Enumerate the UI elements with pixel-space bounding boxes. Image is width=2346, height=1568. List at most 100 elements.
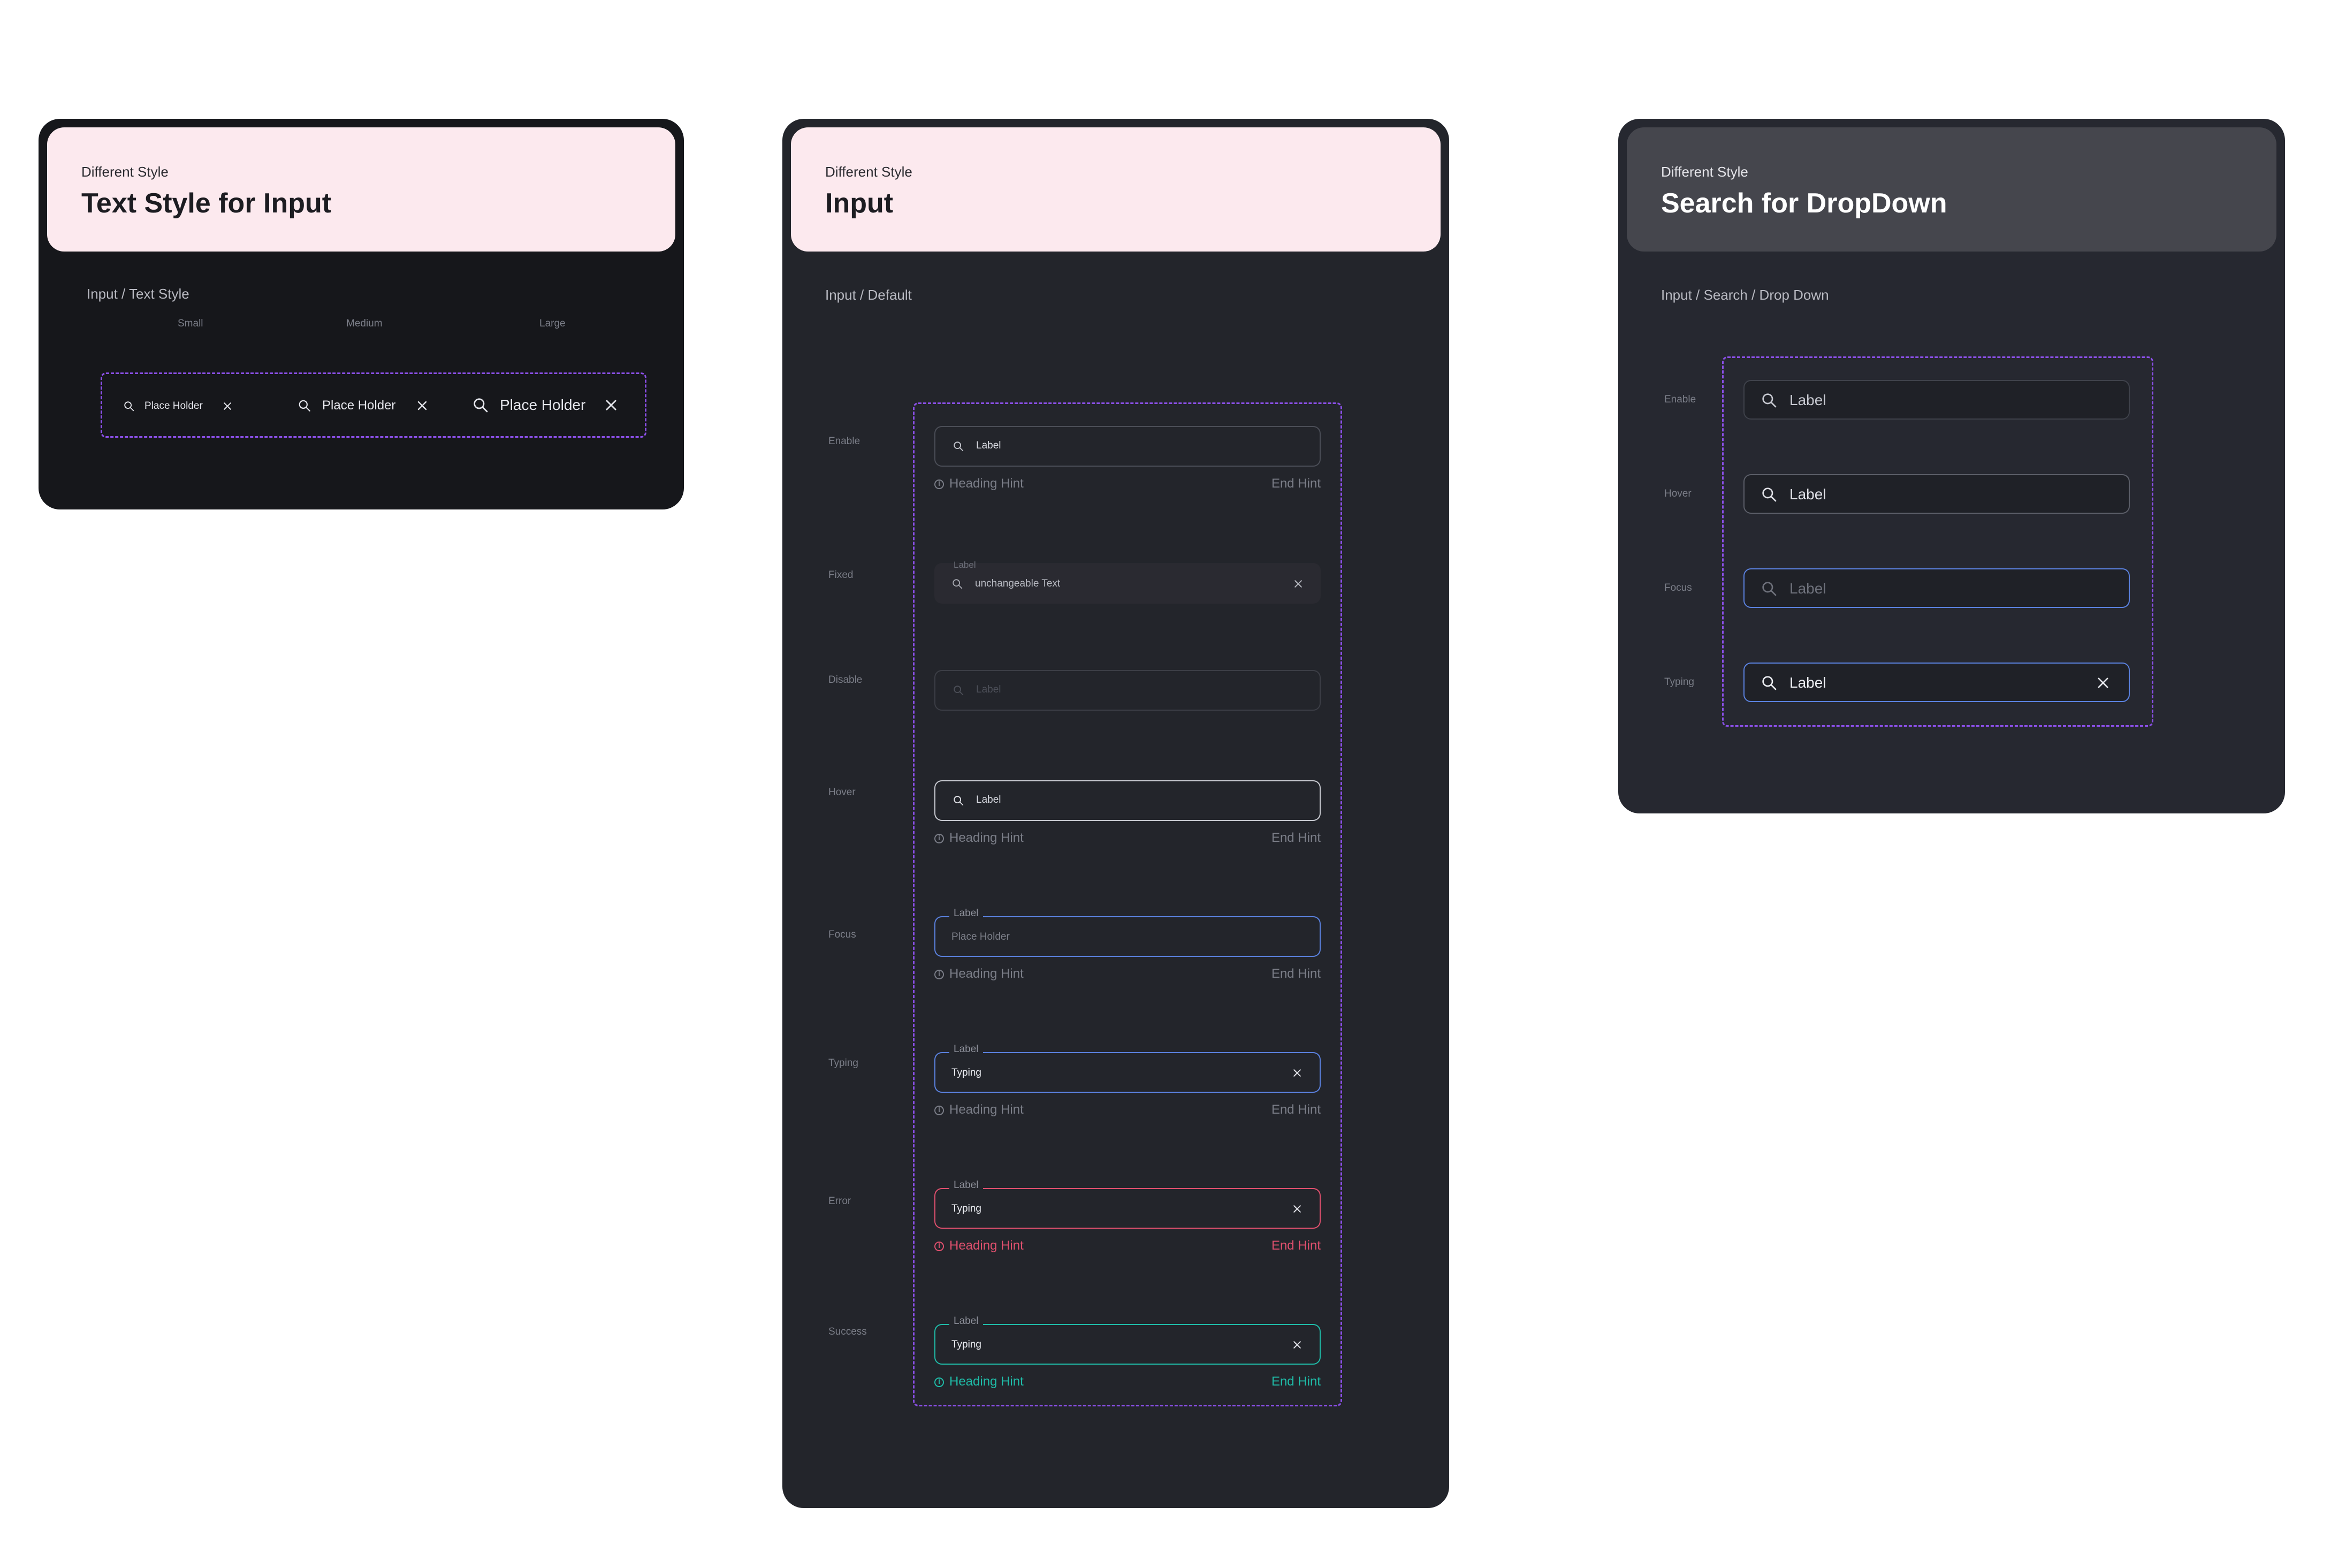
end-hint: End Hint [1271,966,1321,981]
section-label: Input / Default [825,287,912,303]
input-disable: Label [934,670,1321,711]
state-label-enable: Enable [828,436,860,447]
input-panel: Different Style Input Input / Default En… [782,119,1449,1508]
end-hint: End Hint [1271,476,1321,491]
size-label-small: Small [178,318,203,329]
end-hint: End Hint [1271,1102,1321,1117]
input-text: Label [976,440,1001,451]
search-icon [474,398,488,413]
close-icon[interactable] [2096,675,2111,690]
search-icon [954,442,964,452]
floating-label: Label [949,1315,983,1327]
close-icon[interactable] [1292,1068,1303,1078]
state-label-hover: Hover [828,787,856,798]
input-medium[interactable]: Place Holder [298,396,429,415]
input-placeholder: Place Holder [951,931,1010,942]
input-text: unchangeable Text [975,578,1061,589]
search-dropdown-panel: Different Style Search for DropDown Inpu… [1618,119,2285,813]
search-enable[interactable]: Label [1743,380,2130,420]
search-focus[interactable]: Label [1743,568,2130,608]
state-label-fixed: Fixed [828,569,854,581]
info-icon [934,479,944,489]
floating-label: Label [949,1044,983,1055]
input-focus[interactable]: Label Place Holder [934,908,1321,957]
end-hint: End Hint [1271,1238,1321,1253]
search-icon [1762,488,1777,502]
info-icon [934,834,944,843]
input-text: Label [1789,392,1826,408]
heading-hint: Heading Hint [934,1238,1024,1253]
close-icon[interactable] [604,398,619,413]
state-label-typing: Typing [828,1057,858,1069]
end-hint: End Hint [1271,1374,1321,1389]
size-label-large: Large [539,318,566,329]
search-icon [124,401,134,412]
input-placeholder: Label [1789,580,1826,597]
close-icon[interactable] [1292,1339,1303,1350]
text-style-header: Different Style Text Style for Input [47,127,675,252]
search-icon [299,400,310,412]
search-header: Different Style Search for DropDown [1627,127,2276,252]
size-label-medium: Medium [346,318,383,329]
header-title: Search for DropDown [1661,188,1947,219]
input-text: Typing [951,1339,981,1350]
input-enable[interactable]: Label [934,426,1321,467]
input-text: Label [1789,674,1826,691]
heading-hint: Heading Hint [934,1374,1024,1389]
text-style-panel: Different Style Text Style for Input Inp… [39,119,684,509]
search-icon [1762,676,1777,690]
header-title: Text Style for Input [81,188,332,219]
state-label-success: Success [828,1326,867,1337]
state-label-disable: Disable [828,674,863,686]
heading-hint: Heading Hint [934,1102,1024,1117]
section-label: Input / Text Style [87,286,189,302]
input-success[interactable]: Label Typing [934,1315,1321,1365]
section-label: Input / Search / Drop Down [1661,287,1829,303]
input-text: Label [976,794,1001,805]
state-label-hover: Hover [1664,488,1692,499]
state-label-focus: Focus [828,929,856,940]
end-hint: End Hint [1271,831,1321,845]
input-hover[interactable]: Label [934,780,1321,821]
input-text: Label [1789,486,1826,503]
input-text: Typing [951,1203,981,1214]
info-icon [934,970,944,979]
header-subtitle: Different Style [81,164,169,180]
search-typing[interactable]: Label [1743,663,2130,702]
input-fixed: Label unchangeable Text [934,560,1321,604]
search-hover[interactable]: Label [1743,474,2130,514]
info-icon [934,1242,944,1251]
floating-label: Label [949,1179,983,1191]
search-icon [954,686,964,696]
input-error[interactable]: Label Typing [934,1179,1321,1229]
state-label-error: Error [828,1196,851,1207]
state-label-typing: Typing [1664,676,1694,688]
info-icon [934,1377,944,1387]
close-icon [1294,580,1302,588]
search-icon [954,796,964,806]
input-text: Label [976,684,1001,695]
info-icon [934,1106,944,1115]
input-large[interactable]: Place Holder [472,394,619,416]
placeholder-text: Place Holder [144,400,203,412]
states-frame [913,402,1342,1406]
floating-label: Label [954,560,976,570]
input-header: Different Style Input [791,127,1441,252]
input-typing[interactable]: Label Typing [934,1044,1321,1093]
state-label-focus: Focus [1664,582,1692,593]
close-icon[interactable] [1292,1204,1303,1214]
heading-hint: Heading Hint [934,476,1024,491]
close-icon[interactable] [416,399,429,412]
state-label-enable: Enable [1664,394,1696,405]
input-small[interactable]: Place Holder [123,398,233,414]
header-subtitle: Different Style [1661,164,1748,180]
search-icon [953,579,963,589]
header-title: Input [825,188,894,219]
input-text: Typing [951,1067,981,1078]
heading-hint: Heading Hint [934,831,1024,846]
search-icon [1762,582,1777,596]
heading-hint: Heading Hint [934,966,1024,981]
close-icon[interactable] [222,401,233,412]
search-icon [1762,393,1777,408]
placeholder-text: Place Holder [322,398,396,413]
